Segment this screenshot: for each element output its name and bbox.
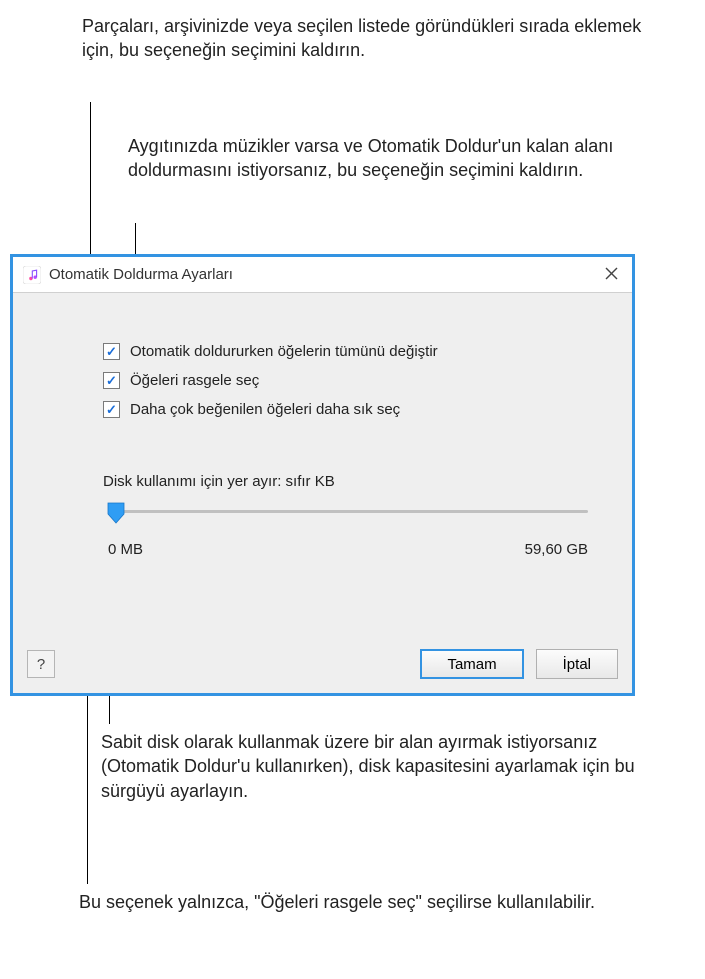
slider-min-label: 0 MB [108,541,143,558]
option-random-row: Öğeleri rasgele seç [103,372,602,389]
slider-track [108,510,588,513]
titlebar: Otomatik Doldurma Ayarları [13,257,632,293]
slider-label: Disk kullanımı için yer ayır: sıfır KB [103,473,602,490]
callout-text-replace: Aygıtınızda müzikler varsa ve Otomatik D… [128,134,688,183]
disk-reserve-section: Disk kullanımı için yer ayır: sıfır KB 0… [103,473,602,558]
label-higher-rated: Daha çok beğenilen öğeleri daha sık seç [130,401,400,418]
music-app-icon [23,266,41,284]
dialog-title: Otomatik Doldurma Ayarları [49,266,601,283]
checkbox-replace-all[interactable] [103,343,120,360]
dialog-body: Otomatik doldururken öğelerin tümünü değ… [13,293,632,693]
dialog-footer: ? Tamam İptal [27,649,618,679]
checkbox-random[interactable] [103,372,120,389]
slider-thumb[interactable] [106,502,126,524]
option-higher-rated-row: Daha çok beğenilen öğeleri daha sık seç [103,401,602,418]
option-replace-all-row: Otomatik doldururken öğelerin tümünü değ… [103,343,602,360]
label-replace-all: Otomatik doldururken öğelerin tümünü değ… [130,343,438,360]
slider-range-labels: 0 MB 59,60 GB [108,541,588,558]
callout-text-slider: Sabit disk olarak kullanmak üzere bir al… [101,730,661,803]
checkbox-higher-rated[interactable] [103,401,120,418]
label-random: Öğeleri rasgele seç [130,372,259,389]
help-button[interactable]: ? [27,650,55,678]
autofill-settings-dialog: Otomatik Doldurma Ayarları Otomatik dold… [10,254,635,696]
cancel-button[interactable]: İptal [536,649,618,679]
slider-max-label: 59,60 GB [525,541,588,558]
ok-button[interactable]: Tamam [420,649,523,679]
disk-reserve-slider[interactable] [108,510,588,513]
close-button[interactable] [601,261,622,289]
callout-text-higher-rated: Bu seçenek yalnızca, "Öğeleri rasgele se… [79,890,595,914]
callout-text-random: Parçaları, arşivinizde veya seçilen list… [82,14,642,63]
